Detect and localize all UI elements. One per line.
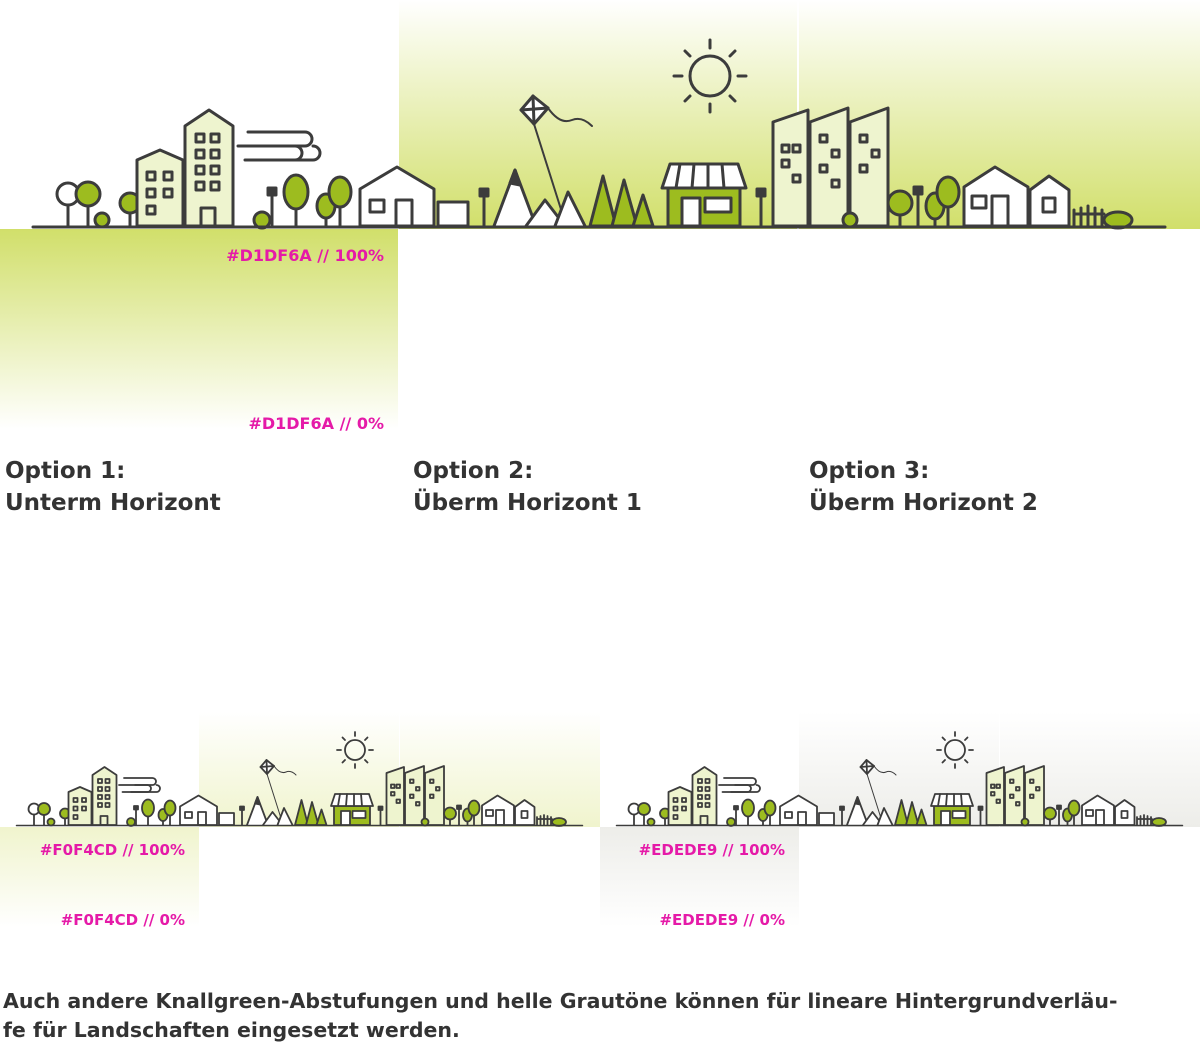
cloud-icon (236, 130, 322, 162)
small-skyline-illustration-1 (15, 731, 584, 827)
option-2-name: Überm Horizont 1 (413, 490, 642, 516)
caption-line-2: fe für Landschaften eingesetzt werden. (3, 1018, 460, 1042)
small-gradient-label-grey-100: #EDEDE9 // 100% (638, 841, 785, 859)
caption-line-1: Auch andere Knallgreen-Abstufungen und h… (3, 989, 1118, 1013)
option-3-number: Option 3: (809, 458, 930, 484)
cloud-icon (718, 777, 761, 793)
option-3-title: Option 3: Überm Horizont 2 (809, 455, 1038, 519)
option-3-name: Überm Horizont 2 (809, 490, 1038, 516)
small-gradient-label-0: #F0F4CD // 0% (60, 911, 185, 929)
small-gradient-label-100: #F0F4CD // 100% (39, 841, 185, 859)
gradient-label-0: #D1DF6A // 0% (248, 414, 384, 433)
caption-text: Auch andere Knallgreen-Abstufungen und h… (3, 987, 1198, 1045)
small-gradient-label-grey-0: #EDEDE9 // 0% (659, 911, 785, 929)
sun-icon (936, 731, 974, 769)
small-skyline-illustration-2 (615, 731, 1184, 827)
option-2-number: Option 2: (413, 458, 534, 484)
sun-icon (336, 731, 374, 769)
city-skyline-illustration (31, 38, 1167, 230)
gradient-label-100: #D1DF6A // 100% (226, 246, 384, 265)
option-2-title: Option 2: Überm Horizont 1 (413, 455, 642, 519)
option-1-name: Unterm Horizont (5, 490, 221, 516)
kite-icon (859, 759, 897, 824)
kite-icon (519, 94, 593, 223)
sun-icon (672, 38, 748, 114)
option-1-number: Option 1: (5, 458, 126, 484)
cloud-icon (118, 777, 161, 793)
option-1-title: Option 1: Unterm Horizont (5, 455, 221, 519)
kite-icon (259, 759, 297, 824)
